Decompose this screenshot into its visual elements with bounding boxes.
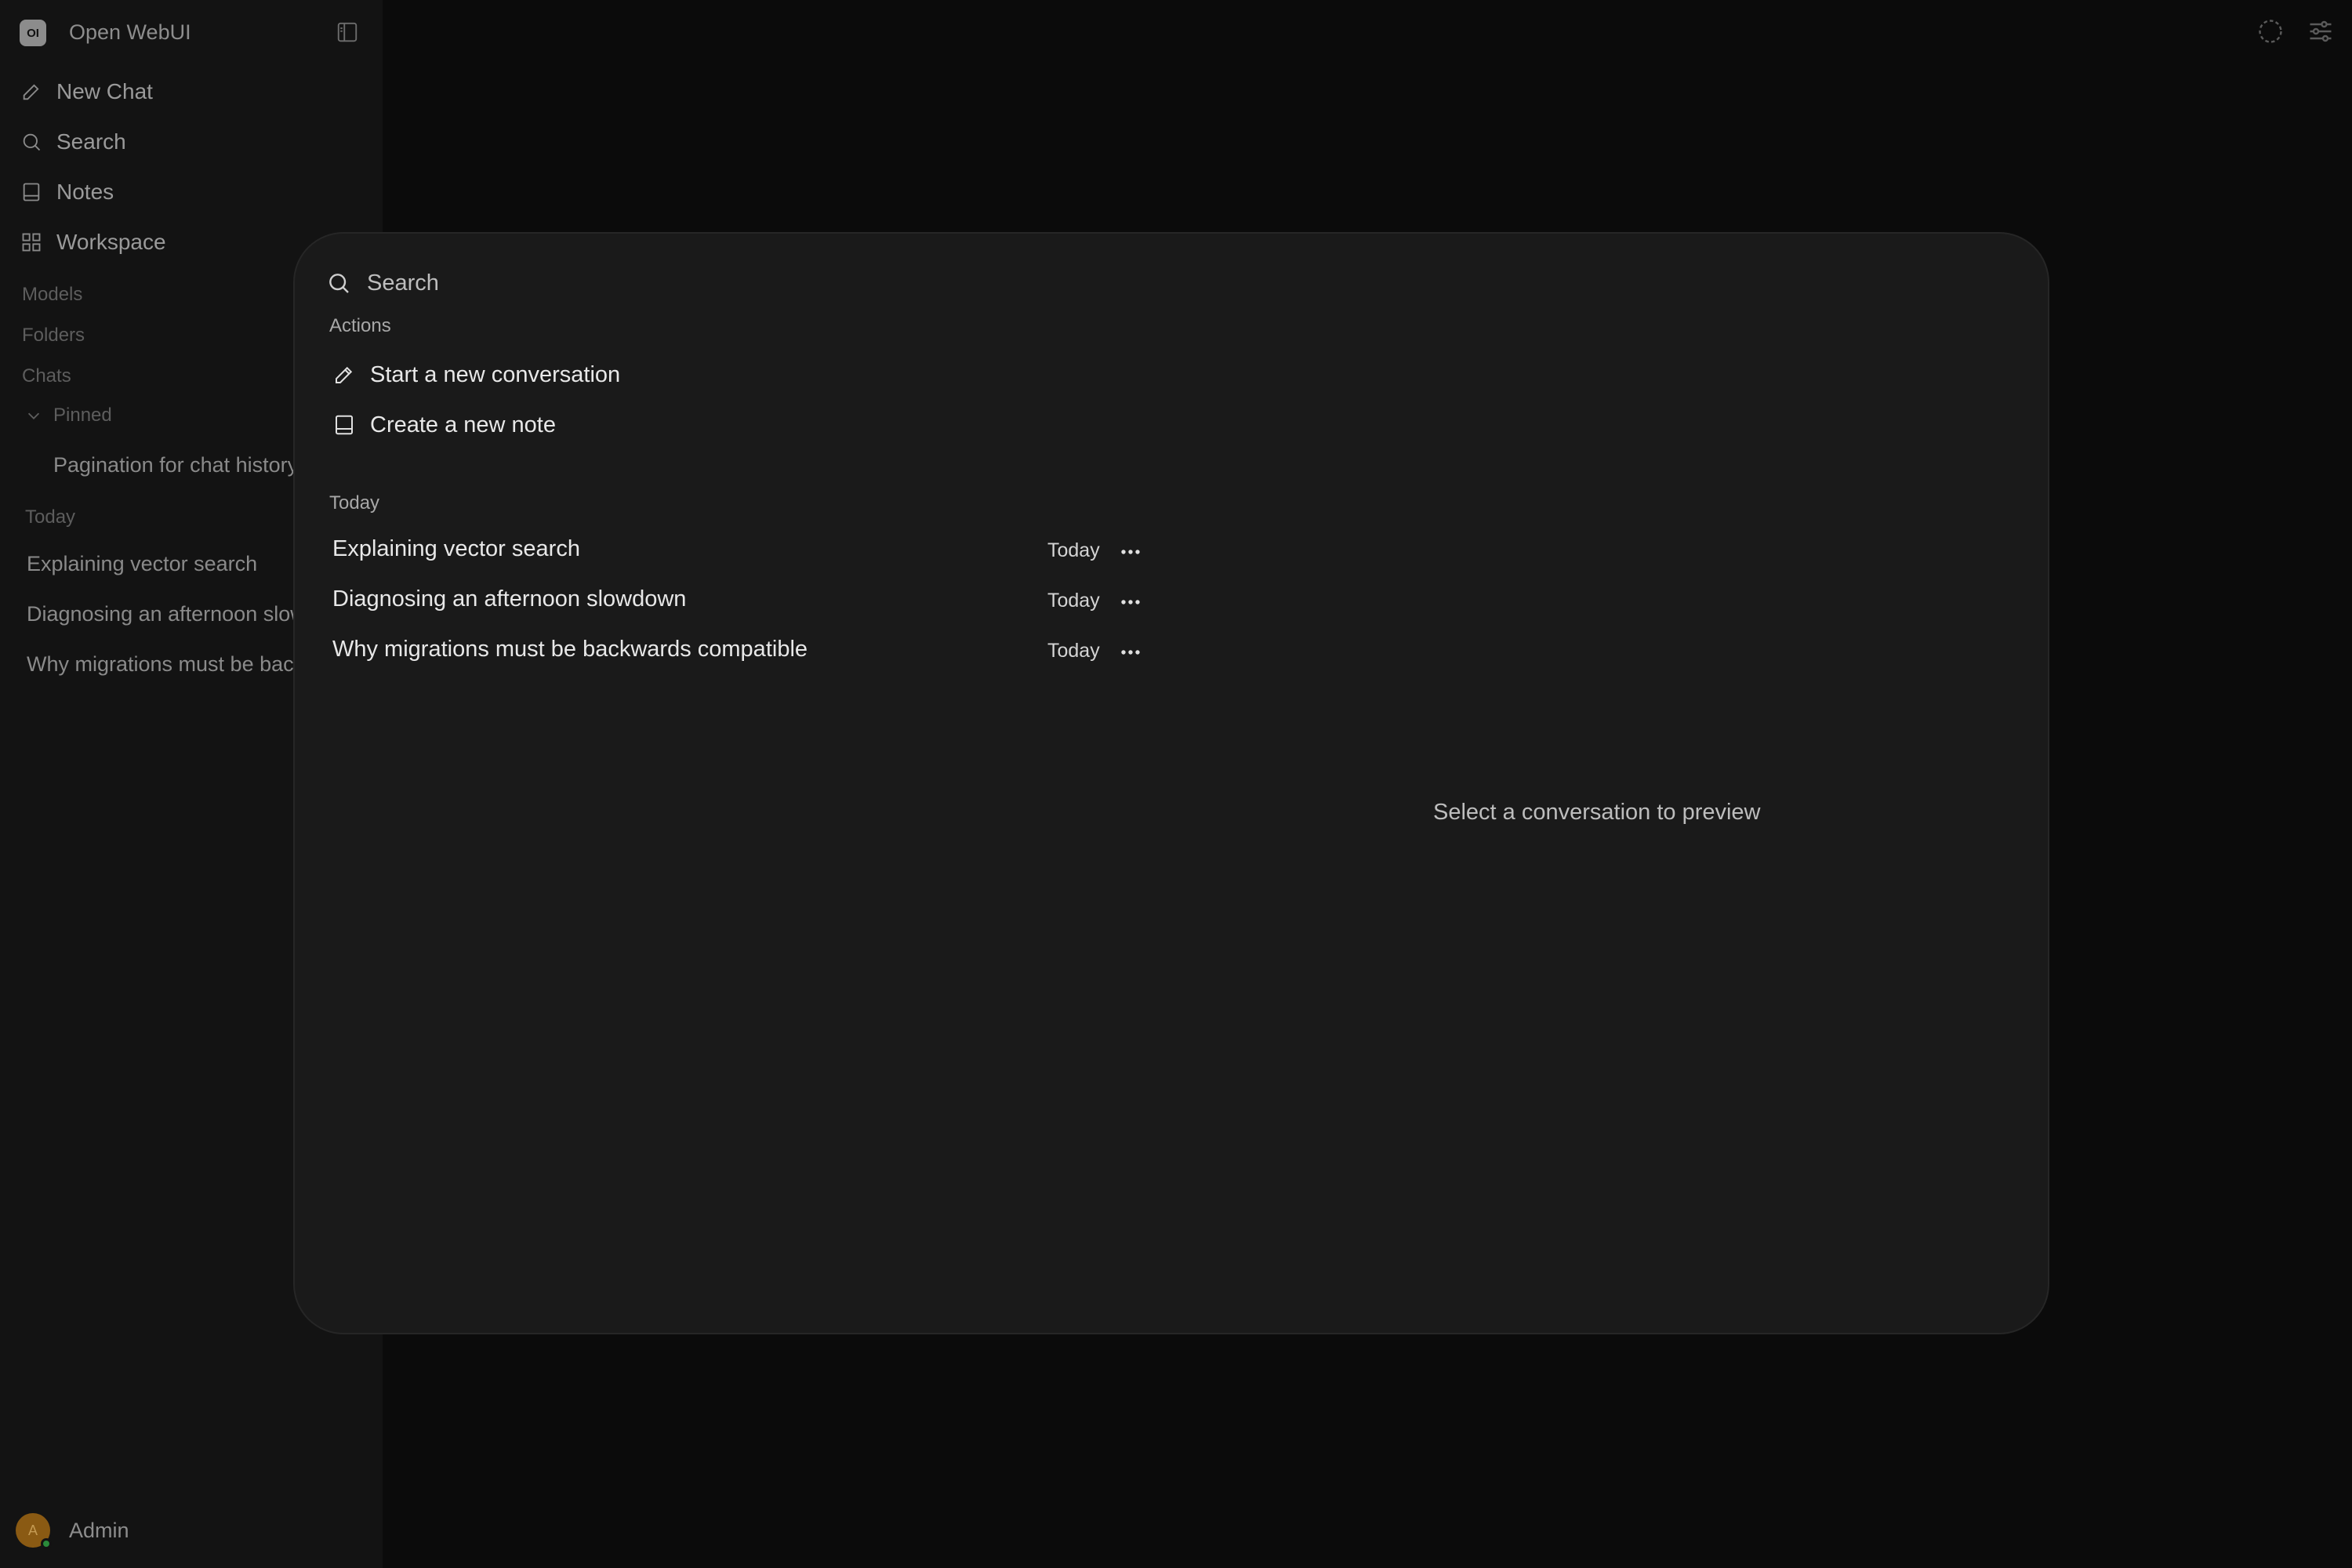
more-options-icon[interactable]	[1116, 588, 1145, 616]
user-menu[interactable]: A Admin	[16, 1513, 129, 1549]
action-label: Create a new note	[370, 412, 556, 437]
chevron-down-icon	[27, 412, 40, 419]
sidebar-item-label: Workspace	[56, 230, 166, 254]
result-title: Diagnosing an afternoon slowdown	[332, 586, 687, 612]
settings-sliders-icon[interactable]	[2307, 17, 2335, 45]
search-input[interactable]	[367, 270, 1229, 296]
pinned-label: Pinned	[53, 405, 112, 426]
search-result-row[interactable]: Why migrations must be backwards compati…	[332, 630, 1446, 674]
result-date: Today	[1047, 590, 1100, 612]
pencil-icon	[23, 84, 39, 100]
more-options-icon[interactable]	[1116, 538, 1145, 566]
app-title[interactable]: Open WebUI	[69, 20, 191, 45]
result-title: Explaining vector search	[332, 536, 580, 561]
avatar-letter: A	[27, 1522, 38, 1538]
more-options-icon[interactable]	[1116, 638, 1145, 666]
preview-placeholder: Select a conversation to preview	[1433, 800, 1761, 825]
note-icon	[336, 415, 353, 435]
sidebar-item-label: New Chat	[56, 79, 153, 103]
search-result-row[interactable]: Explaining vector search Today	[332, 530, 1446, 574]
online-status-dot	[41, 1538, 52, 1549]
sidebar-today-heading: Today	[25, 506, 76, 528]
action-label: Start a new conversation	[370, 361, 621, 387]
result-date: Today	[1047, 640, 1100, 662]
note-icon	[23, 183, 40, 201]
create-new-note-action[interactable]: Create a new note	[332, 405, 556, 445]
sidebar-item-label: Search	[56, 129, 126, 154]
result-date: Today	[1047, 539, 1100, 561]
start-new-conversation-action[interactable]: Start a new conversation	[332, 354, 620, 395]
sidebar-section-models[interactable]: Models	[22, 284, 82, 306]
sidebar-toggle-icon[interactable]	[336, 20, 359, 44]
result-title: Why migrations must be backwards compati…	[332, 637, 808, 662]
sidebar-item-label: Notes	[56, 180, 114, 204]
search-icon	[329, 274, 349, 293]
sidebar-item-notes[interactable]: Notes	[20, 172, 114, 212]
avatar: A	[16, 1513, 52, 1549]
search-icon	[23, 133, 41, 151]
sidebar-header: OI Open WebUI	[0, 0, 383, 66]
sidebar-section-chats[interactable]: Chats	[22, 365, 71, 387]
actions-heading: Actions	[329, 315, 391, 336]
search-modal: Actions Start a new conversation Create …	[293, 232, 2049, 1334]
pinned-toggle[interactable]: Pinned	[25, 405, 112, 426]
pencil-icon	[336, 366, 353, 383]
search-bar	[326, 263, 1267, 303]
app-logo[interactable]: OI	[20, 20, 46, 46]
today-heading: Today	[329, 492, 380, 514]
app-window: OI Open WebUI New Chat Search Notes Work…	[0, 0, 2352, 1568]
search-result-row[interactable]: Diagnosing an afternoon slowdown Today	[332, 580, 1446, 624]
sidebar-item-search[interactable]: Search	[20, 122, 126, 162]
sidebar-section-folders[interactable]: Folders	[22, 325, 85, 347]
temporary-chat-icon[interactable]	[2256, 17, 2285, 45]
sidebar-item-workspace[interactable]: Workspace	[20, 223, 166, 262]
sidebar-item-new-chat[interactable]: New Chat	[20, 72, 153, 111]
user-name: Admin	[69, 1518, 129, 1542]
grid-icon	[22, 233, 41, 252]
